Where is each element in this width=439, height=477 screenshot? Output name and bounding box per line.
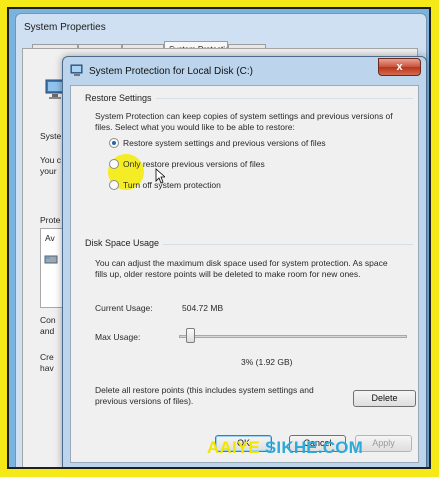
max-usage-slider-track[interactable] xyxy=(179,335,407,338)
delete-button[interactable]: Delete xyxy=(353,390,416,407)
close-icon: x xyxy=(396,61,403,73)
bg-drive-list: Av xyxy=(40,228,64,308)
system-properties-title: System Properties xyxy=(24,22,106,33)
radio-label: Turn off system protection xyxy=(123,180,221,190)
disk-space-divider xyxy=(157,244,413,245)
delete-description: Delete all restore points (this includes… xyxy=(95,385,314,406)
system-protection-icon xyxy=(70,64,83,76)
bg-label-system: Syste xyxy=(40,131,62,141)
bg-label-available: Av xyxy=(45,233,55,243)
restore-settings-heading: Restore Settings xyxy=(85,93,156,103)
close-button[interactable]: x xyxy=(378,58,421,76)
watermark: AAIYE SIKHE.COM xyxy=(207,438,363,458)
radio-only-previous-versions[interactable]: Only restore previous versions of files xyxy=(109,159,265,170)
watermark-part1: AAIYE xyxy=(207,438,265,457)
disk-space-description: You can adjust the maximum disk space us… xyxy=(95,258,388,279)
disk-space-heading: Disk Space Usage xyxy=(85,238,164,248)
max-usage-value: 3% (1.92 GB) xyxy=(241,357,293,367)
max-usage-slider-thumb[interactable] xyxy=(185,328,195,343)
radio-button[interactable] xyxy=(109,180,119,191)
dialog-content: Restore Settings System Protection can k… xyxy=(70,85,419,463)
drive-icon xyxy=(44,255,58,264)
mouse-pointer-icon xyxy=(155,168,165,184)
current-usage-value: 504.72 MB xyxy=(182,303,224,313)
dialog-title: System Protection for Local Disk (C:) xyxy=(89,66,253,77)
bg-label-your: your xyxy=(40,166,57,176)
bg-label-create: Cre xyxy=(40,352,54,362)
radio-button[interactable] xyxy=(109,159,119,170)
radio-label: Restore system settings and previous ver… xyxy=(123,138,326,148)
bg-label-have: hav xyxy=(40,363,54,373)
screenshot-frame: System Properties Computer Name Hardware… xyxy=(7,7,431,469)
max-usage-label: Max Usage: xyxy=(95,332,141,342)
bg-label-and: and xyxy=(40,326,55,336)
watermark-part2: SIKHE.COM xyxy=(264,438,364,457)
radio-label: Only restore previous versions of files xyxy=(123,159,265,169)
current-usage-label: Current Usage: xyxy=(95,303,153,313)
bg-label-configure: Con xyxy=(40,315,56,325)
radio-button-checked[interactable] xyxy=(109,138,119,149)
bg-label-you-can: You c xyxy=(40,155,61,165)
radio-restore-settings-and-files[interactable]: Restore system settings and previous ver… xyxy=(109,138,326,149)
bg-label-protection: Prote xyxy=(40,215,61,225)
system-protection-dialog: System Protection for Local Disk (C:) x … xyxy=(62,56,427,467)
apply-button[interactable]: Apply xyxy=(355,435,412,452)
restore-settings-divider xyxy=(143,98,413,99)
restore-settings-description: System Protection can keep copies of sys… xyxy=(95,111,393,132)
